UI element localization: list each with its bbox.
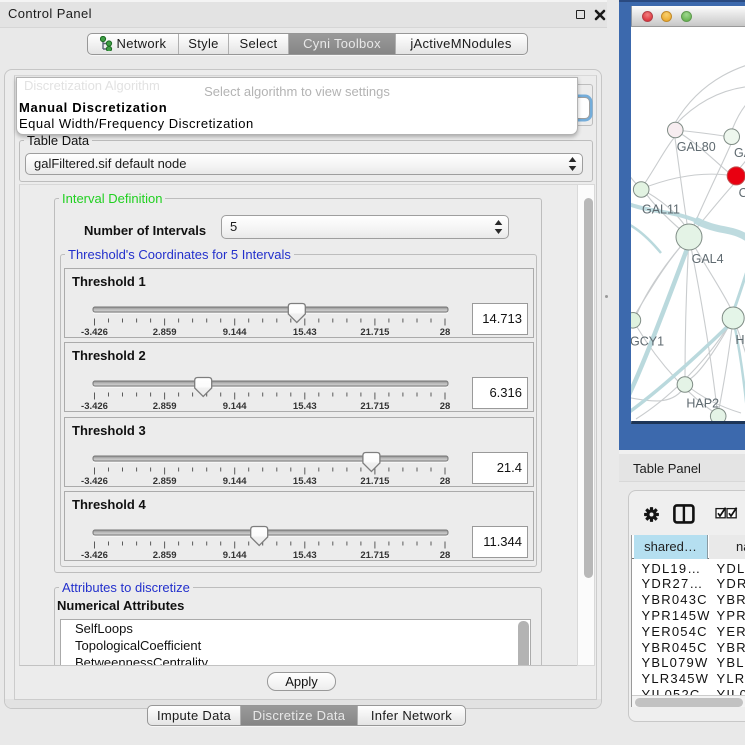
svg-text:15.43: 15.43 xyxy=(293,476,317,487)
svg-text:28: 28 xyxy=(440,401,451,412)
svg-text:21.715: 21.715 xyxy=(360,401,390,412)
svg-text:GAL4: GAL4 xyxy=(692,252,724,266)
svg-text:2.859: 2.859 xyxy=(153,401,177,412)
svg-text:21.715: 21.715 xyxy=(360,476,390,487)
svg-text:-3.426: -3.426 xyxy=(81,327,108,338)
svg-text:-3.426: -3.426 xyxy=(81,401,108,412)
svg-text:9.144: 9.144 xyxy=(223,550,247,561)
svg-text:GAL80: GAL80 xyxy=(677,140,716,154)
svg-text:28: 28 xyxy=(440,550,451,561)
svg-text:GA: GA xyxy=(734,146,745,160)
svg-text:2.859: 2.859 xyxy=(153,476,177,487)
svg-text:28: 28 xyxy=(440,476,451,487)
svg-text:H: H xyxy=(736,333,745,347)
svg-text:15.43: 15.43 xyxy=(293,401,317,412)
svg-text:GCY1: GCY1 xyxy=(631,335,664,349)
svg-text:9.144: 9.144 xyxy=(223,401,247,412)
svg-text:-3.426: -3.426 xyxy=(81,550,108,561)
svg-text:HAP2: HAP2 xyxy=(686,397,719,411)
svg-text:2.859: 2.859 xyxy=(153,327,177,338)
svg-text:21.715: 21.715 xyxy=(360,327,390,338)
svg-text:21.715: 21.715 xyxy=(360,550,390,561)
svg-text:C: C xyxy=(739,186,745,200)
svg-text:9.144: 9.144 xyxy=(223,327,247,338)
svg-text:9.144: 9.144 xyxy=(223,476,247,487)
svg-text:28: 28 xyxy=(440,327,451,338)
svg-text:GAL11: GAL11 xyxy=(642,203,680,217)
svg-text:15.43: 15.43 xyxy=(293,327,317,338)
svg-text:2.859: 2.859 xyxy=(153,550,177,561)
svg-text:-3.426: -3.426 xyxy=(81,476,108,487)
svg-text:15.43: 15.43 xyxy=(293,550,317,561)
